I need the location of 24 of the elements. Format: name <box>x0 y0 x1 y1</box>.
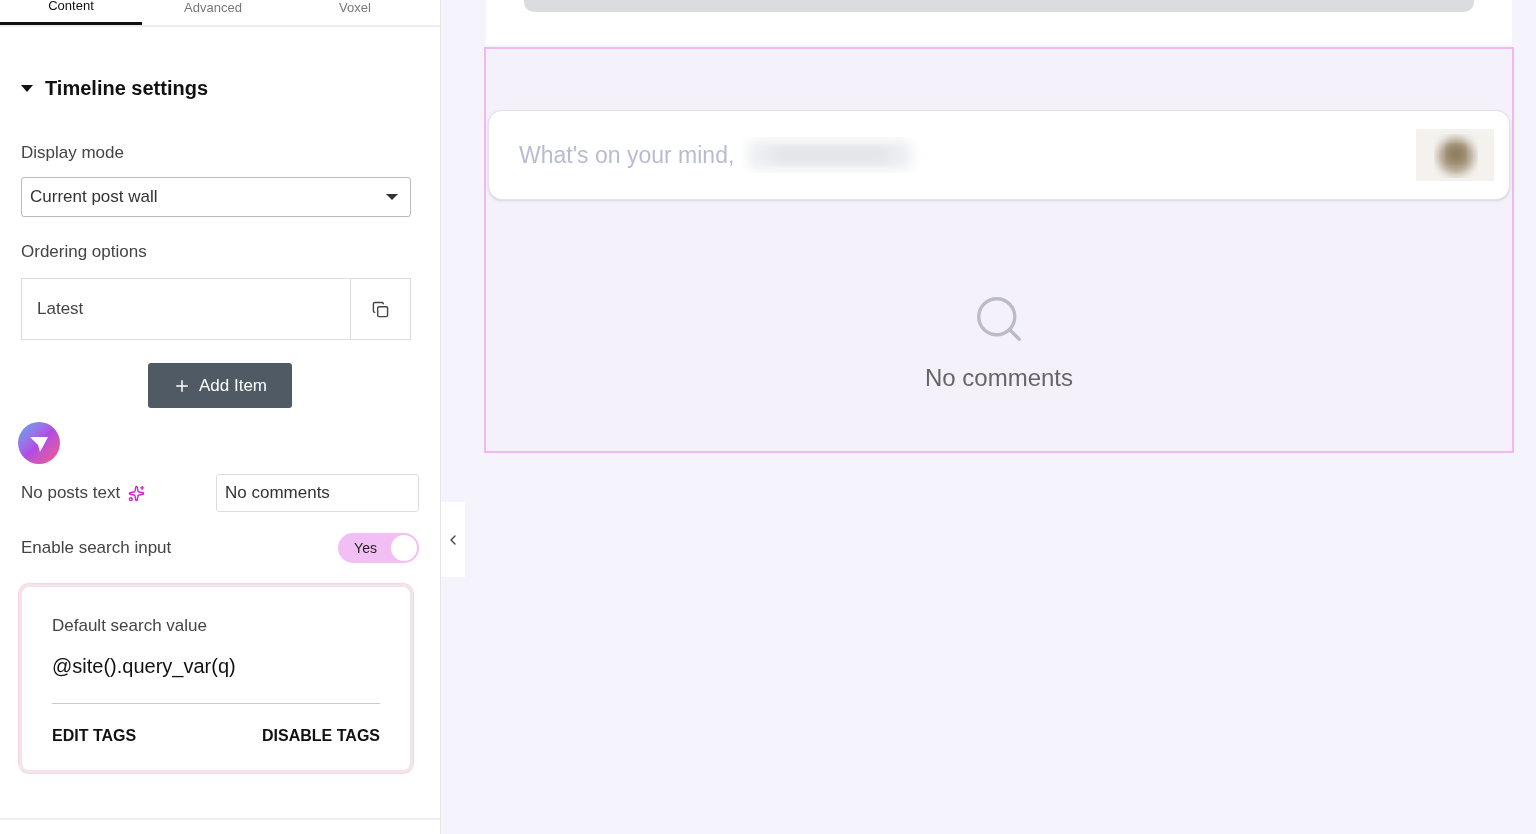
caret-icon <box>21 84 33 92</box>
display-mode-select[interactable]: Current post wall <box>21 176 411 217</box>
field-label: Enable search input <box>21 537 172 560</box>
logo-icon <box>18 422 60 464</box>
panel-tab[interactable]: Content <box>0 0 142 25</box>
panel-tab[interactable]: Advanced <box>142 0 284 25</box>
section-header[interactable]: Timeline settings <box>21 73 419 103</box>
field-label: Ordering options <box>21 240 148 263</box>
ai-sparkle-icon <box>128 484 146 502</box>
composer-placeholder: What's on your mind, <box>519 140 735 170</box>
no-posts-text-input[interactable]: No comments <box>216 474 419 512</box>
panel-tab[interactable]: Voxel <box>284 0 426 25</box>
tag-action-link[interactable]: EDIT TAGS <box>52 723 137 748</box>
toggle-switch[interactable]: Yes <box>338 533 419 563</box>
repeater-item-title[interactable]: Latest <box>22 279 350 339</box>
field-label: Default search value <box>52 615 208 637</box>
copy-icon <box>372 300 389 318</box>
empty-state-text: No comments <box>924 363 1073 393</box>
add-item-button[interactable]: Add Item <box>147 363 292 408</box>
dropdown-caret-icon <box>386 193 398 200</box>
tag-action-link[interactable]: DISABLE TAGS <box>262 723 380 748</box>
tag-value: @site().query_var(q) <box>52 653 237 680</box>
field-label: No posts text <box>21 482 121 505</box>
field-label: Display mode <box>21 142 125 164</box>
